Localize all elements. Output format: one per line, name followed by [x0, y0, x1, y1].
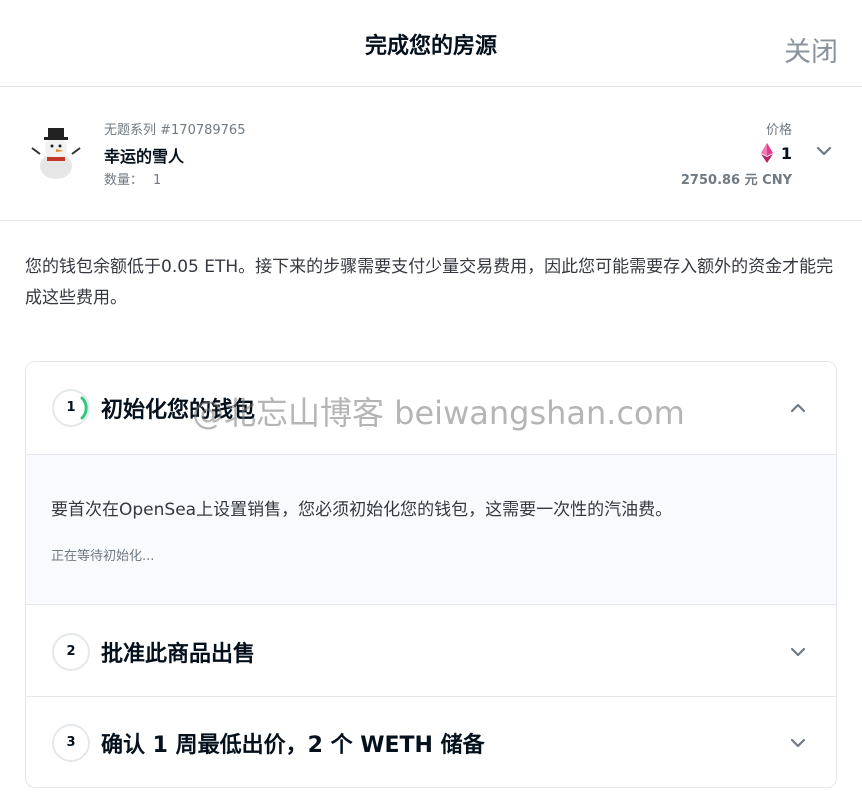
steps-accordion: 1 初始化您的钱包 要首次在OpenSea上设置销售，您必须初始化您的钱包，这需…: [25, 361, 837, 788]
snowman-icon: [31, 128, 81, 179]
loading-spinner-icon: [80, 396, 88, 419]
item-name: 幸运的雪人: [104, 147, 185, 166]
step-3-title: 确认 1 周最低出价，2 个 WETH 储备: [101, 732, 485, 758]
modal-header: 完成您的房源 关闭: [0, 0, 862, 87]
price-eth-value: 1: [780, 143, 792, 163]
step-1-header[interactable]: 1 初始化您的钱包: [26, 362, 836, 453]
step-2-header[interactable]: 2 批准此商品出售: [26, 606, 836, 697]
step-3-number: 3: [52, 723, 90, 762]
price-eth: 1: [760, 143, 792, 163]
step-2-number: 2: [52, 632, 90, 671]
listing-item-row: 无题系列 #170789765 幸运的雪人 数量： 1 价格 1 2750.86 …: [0, 88, 862, 221]
collection-name[interactable]: 无题系列 #170789765: [104, 119, 245, 138]
step-1-status: 正在等待初始化...: [51, 549, 155, 564]
quantity-value: 1: [153, 173, 162, 188]
chevron-down-icon[interactable]: [790, 738, 806, 748]
close-button[interactable]: 关闭: [784, 30, 838, 69]
price-label: 价格: [765, 123, 792, 138]
quantity: 数量： 1: [104, 169, 161, 188]
quantity-label: 数量：: [104, 173, 144, 188]
chevron-down-icon[interactable]: [816, 146, 832, 156]
price-fiat: 2750.86 元 CNY: [680, 173, 792, 188]
step-1-title: 初始化您的钱包: [101, 397, 256, 423]
chevron-up-icon[interactable]: [790, 403, 806, 413]
modal-title: 完成您的房源: [364, 34, 497, 59]
low-balance-notice: 您的钱包余额低于0.05 ETH。接下来的步骤需要支付少量交易费用，因此您可能需…: [25, 257, 834, 308]
chevron-down-icon[interactable]: [790, 647, 806, 657]
step-1-description: 要首次在OpenSea上设置销售，您必须初始化您的钱包，这需要一次性的汽油费。: [51, 500, 673, 520]
step-3-header[interactable]: 3 确认 1 周最低出价，2 个 WETH 储备: [26, 697, 836, 787]
step-2-title: 批准此商品出售: [101, 641, 256, 667]
ethereum-icon: [760, 143, 773, 163]
step-1-body: 要首次在OpenSea上设置销售，您必须初始化您的钱包，这需要一次性的汽油费。 …: [26, 454, 836, 605]
